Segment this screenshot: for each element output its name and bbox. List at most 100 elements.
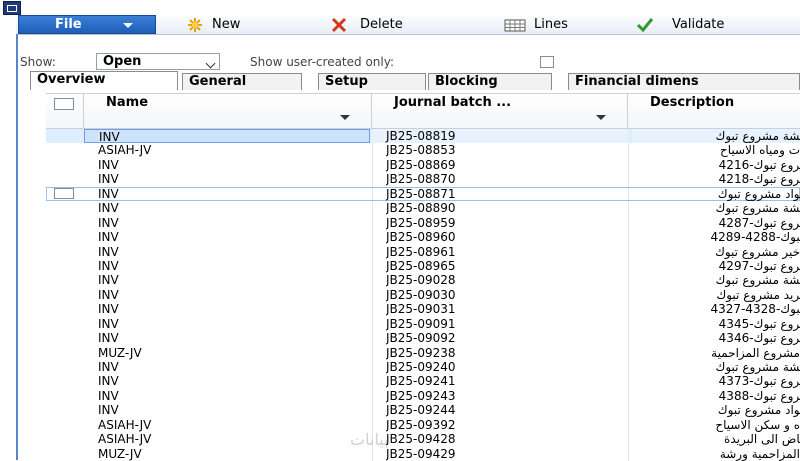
- tab-financial-dimensions[interactable]: Financial dimens: [568, 73, 800, 90]
- cell-name[interactable]: INV: [98, 273, 368, 287]
- table-row[interactable]: MUZ-JV JB25-09238 ﻣﺸﺮﻭﻉ ﺍﻟﻤﺰﺍﺣﻤﻴﺔ: [46, 346, 800, 360]
- cell-journal-batch[interactable]: JB25-08965: [386, 259, 626, 273]
- cell-journal-batch[interactable]: JB25-09244: [386, 403, 626, 417]
- cell-description[interactable]: ﻩ ﻭ ﺳﻜﻦ ﺍﻻﺳﻴﺎﺡ: [632, 418, 800, 432]
- cell-journal-batch[interactable]: JB25-09428: [386, 432, 626, 446]
- row-selector[interactable]: [46, 432, 84, 446]
- cell-journal-batch[interactable]: JB25-09238: [386, 346, 626, 360]
- cell-description[interactable]: ﺎﺽ ﺍﻟﻰ ﺍﻟﺒﺮﻳﺪﺓ: [632, 432, 800, 446]
- cell-journal-batch[interactable]: JB25-09092: [386, 331, 626, 345]
- cell-journal-batch[interactable]: JB25-08961: [386, 245, 626, 259]
- cell-description[interactable]: ﻣﺸﺮﻭﻉ ﺍﻟﻤﺰﺍﺣﻤﻴﺔ: [632, 346, 800, 360]
- row-selector[interactable]: [46, 273, 84, 287]
- table-row[interactable]: INV JB25-08959 ﺮﻭﻉ ﺗﺒﻮﻙ-4287: [46, 216, 800, 230]
- table-row[interactable]: INV JB25-09241 ﺮﻭﻉ ﺗﺒﻮﻙ-4373: [46, 374, 800, 388]
- table-row[interactable]: INV JB25-09243 ﺮﻭﻉ ﺗﺒﻮﻙ-4388: [46, 389, 800, 403]
- cell-name[interactable]: ASIAH-JV: [98, 418, 368, 432]
- column-header-journal-batch[interactable]: Journal batch ...: [372, 94, 628, 128]
- cell-journal-batch[interactable]: JB25-08960: [386, 230, 626, 244]
- column-header-description[interactable]: Description: [628, 94, 800, 128]
- cell-journal-batch[interactable]: JB25-08959: [386, 216, 626, 230]
- row-selector[interactable]: [46, 418, 84, 432]
- row-selector[interactable]: [46, 201, 84, 215]
- cell-journal-batch[interactable]: JB25-09031: [386, 302, 626, 316]
- table-row[interactable]: INV JB25-09028 ﺸﺔ ﻣﺸﺮﻭﻉ ﺗﺒﻮﻙ: [46, 273, 800, 287]
- row-selector[interactable]: [46, 216, 84, 230]
- row-selector[interactable]: [46, 374, 84, 388]
- cell-description[interactable]: ﺮﻳﺪ ﻣﺸﺮﻭﻉ ﺗﺒﻮﻙ: [632, 288, 800, 302]
- user-created-only-checkbox[interactable]: [540, 56, 554, 68]
- cell-description[interactable]: ﺮﻭﻉ ﺗﺒﻮﻙ-4373: [632, 374, 800, 388]
- row-selector[interactable]: [46, 158, 84, 172]
- table-row[interactable]: INV JB25-09031 ﺒﻮﻙ-4328-4327: [46, 302, 800, 316]
- cell-name[interactable]: INV: [98, 230, 368, 244]
- delete-button[interactable]: Delete: [330, 16, 440, 34]
- row-selector[interactable]: [46, 360, 84, 374]
- row-selector[interactable]: [46, 317, 84, 331]
- cell-description[interactable]: ﺮﻭﻉ ﺗﺒﻮﻙ-4297: [632, 259, 800, 273]
- table-row[interactable]: INV JB25-08869 ﺮﻭﻉ ﺗﺒﻮﻙ-4216: [46, 158, 800, 172]
- tab-general[interactable]: General: [182, 73, 302, 90]
- table-row[interactable]: ASIAH-JV JB25-09392 ﻩ ﻭ ﺳﻜﻦ ﺍﻻﺳﻴﺎﺡ: [46, 418, 800, 432]
- cell-name[interactable]: INV: [98, 403, 368, 417]
- row-selector[interactable]: [46, 302, 84, 316]
- filter-dropdown-icon[interactable]: [596, 115, 606, 120]
- table-row[interactable]: INV JB25-09030 ﺮﻳﺪ ﻣﺸﺮﻭﻉ ﺗﺒﻮﻙ: [46, 288, 800, 302]
- column-header-name[interactable]: Name: [84, 94, 372, 128]
- table-row[interactable]: INV JB25-08819 ﺸﺔ ﻣﺸﺮﻭﻉ ﺗﺒﻮﻙ: [46, 129, 800, 144]
- cell-description[interactable]: ﺧﻴﺮ ﻣﺸﺮﻭﻉ ﺗﺒﻮﻙ: [632, 245, 800, 259]
- cell-name[interactable]: INV: [98, 360, 368, 374]
- cell-description[interactable]: ﺕ ﻭﻣﻴﺎﻩ ﺍﻻﺳﻴﺎﺡ: [632, 143, 800, 157]
- cell-name[interactable]: INV: [98, 389, 368, 403]
- file-menu-button[interactable]: File: [18, 15, 156, 34]
- cell-name[interactable]: INV: [98, 187, 368, 201]
- row-selector[interactable]: [46, 187, 84, 201]
- cell-name[interactable]: INV: [98, 288, 368, 302]
- new-button[interactable]: New: [186, 16, 286, 34]
- lines-button[interactable]: Lines: [504, 16, 604, 34]
- cell-name[interactable]: INV: [98, 172, 368, 186]
- cell-description[interactable]: ﺮﻭﻉ ﺗﺒﻮﻙ-4287: [632, 216, 800, 230]
- table-row[interactable]: ASIAH-JV JB25-09428 ﺎﺽ ﺍﻟﻰ ﺍﻟﺒﺮﻳﺪﺓ: [46, 432, 800, 446]
- table-row[interactable]: ASIAH-JV JB25-08853 ﺕ ﻭﻣﻴﺎﻩ ﺍﻻﺳﻴﺎﺡ: [46, 143, 800, 157]
- table-row[interactable]: INV JB25-08890 ﺸﺔ ﻣﺸﺮﻭﻉ ﺗﺒﻮﻙ: [46, 201, 800, 215]
- cell-name[interactable]: INV: [98, 158, 368, 172]
- cell-journal-batch[interactable]: JB25-08819: [372, 129, 628, 144]
- cell-journal-batch[interactable]: JB25-09030: [386, 288, 626, 302]
- table-row[interactable]: INV JB25-08870 ﺮﻭﻉ ﺗﺒﻮﻙ-4218: [46, 172, 800, 186]
- table-row[interactable]: MUZ-JV JB25-09429 ﺍﻟﻤﺰﺍﺣﻤﻴﺔ ﻭﺭﺷﺔ: [46, 447, 800, 461]
- cell-description[interactable]: ﺒﻮﻙ-4288-4289: [632, 230, 800, 244]
- table-row[interactable]: INV JB25-08961 ﺧﻴﺮ ﻣﺸﺮﻭﻉ ﺗﺒﻮﻙ: [46, 245, 800, 259]
- cell-journal-batch[interactable]: JB25-09240: [386, 360, 626, 374]
- cell-description[interactable]: ﺮﻭﻉ ﺗﺒﻮﻙ-4216: [632, 158, 800, 172]
- cell-description[interactable]: ﺮﻭﻉ ﺗﺒﻮﻙ-4345: [632, 317, 800, 331]
- cell-description[interactable]: ﺸﺔ ﻣﺸﺮﻭﻉ ﺗﺒﻮﻙ: [632, 201, 800, 215]
- show-dropdown[interactable]: Open: [96, 53, 220, 70]
- validate-button[interactable]: Validate: [636, 16, 776, 34]
- cell-description[interactable]: ﺸﺔ ﻣﺸﺮﻭﻉ ﺗﺒﻮﻙ: [632, 273, 800, 287]
- cell-description[interactable]: ﻮﺍﺩ ﻣﺸﺮﻭﻉ ﺗﺒﻮﻙ: [632, 403, 800, 417]
- table-row[interactable]: INV JB25-08965 ﺮﻭﻉ ﺗﺒﻮﻙ-4297: [46, 259, 800, 273]
- cell-description[interactable]: ﺮﻭﻉ ﺗﺒﻮﻙ-4218: [632, 172, 800, 186]
- tab-setup[interactable]: Setup: [318, 73, 426, 90]
- row-selector[interactable]: [46, 389, 84, 403]
- row-selector[interactable]: [46, 346, 84, 360]
- cell-journal-batch[interactable]: JB25-08870: [386, 172, 626, 186]
- cell-name[interactable]: INV: [98, 245, 368, 259]
- table-row[interactable]: INV JB25-09092 ﺮﻭﻉ ﺗﺒﻮﻙ-4346: [46, 331, 800, 345]
- filter-dropdown-icon[interactable]: [340, 115, 350, 120]
- cell-description[interactable]: ﺸﺔ ﻣﺸﺮﻭﻉ ﺗﺒﻮﻙ: [632, 360, 800, 374]
- cell-name[interactable]: INV: [98, 216, 368, 230]
- app-window-icon[interactable]: [3, 1, 21, 15]
- cell-journal-batch[interactable]: JB25-09091: [386, 317, 626, 331]
- cell-journal-batch[interactable]: JB25-08869: [386, 158, 626, 172]
- cell-description[interactable]: ﺸﺔ ﻣﺸﺮﻭﻉ ﺗﺒﻮﻙ: [632, 129, 800, 144]
- row-selector[interactable]: [46, 259, 84, 273]
- cell-journal-batch[interactable]: JB25-09392: [386, 418, 626, 432]
- cell-name[interactable]: ASIAH-JV: [98, 143, 368, 157]
- cell-description[interactable]: ﺮﻭﻉ ﺗﺒﻮﻙ-4346: [632, 331, 800, 345]
- row-selector[interactable]: [46, 447, 84, 461]
- row-selector[interactable]: [46, 331, 84, 345]
- cell-description[interactable]: ﺒﻮﻙ-4328-4327: [632, 302, 800, 316]
- cell-description[interactable]: ﺍﻟﻤﺰﺍﺣﻤﻴﺔ ﻭﺭﺷﺔ: [632, 447, 800, 461]
